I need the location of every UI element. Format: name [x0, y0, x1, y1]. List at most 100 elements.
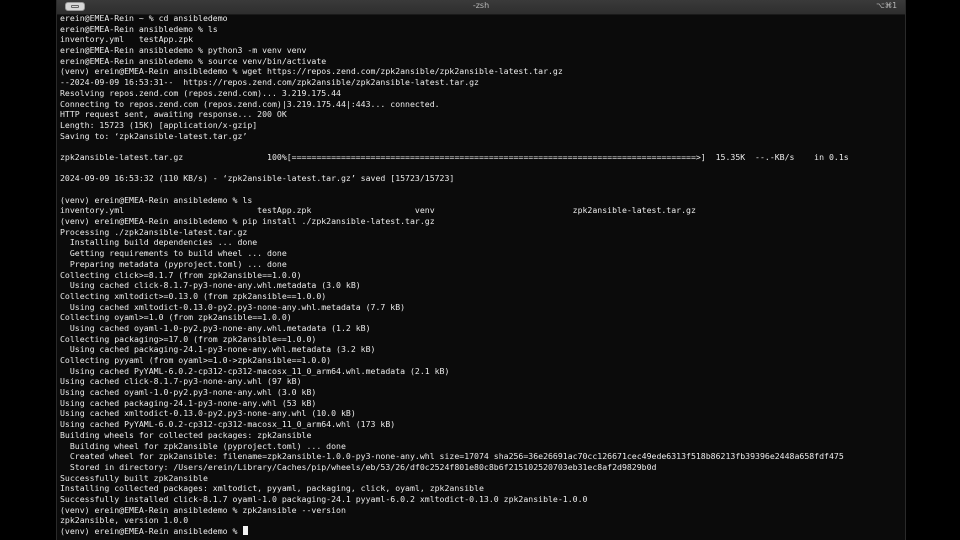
terminal-line: Using cached packaging-24.1-py3-none-any…	[60, 344, 902, 355]
terminal-line: Collecting xmltodict>=0.13.0 (from zpk2a…	[60, 291, 902, 302]
terminal-line: erein@EMEA-Rein ansibledemo % ls	[60, 24, 902, 35]
terminal-line: Using cached click-8.1.7-py3-none-any.wh…	[60, 376, 902, 387]
terminal-line: erein@EMEA-Rein ansibledemo % python3 -m…	[60, 45, 902, 56]
terminal-line-text: Getting requirements to build wheel ... …	[60, 248, 287, 259]
terminal-line: (venv) erein@EMEA-Rein ansibledemo % pip…	[60, 216, 902, 227]
terminal-line-text: inventory.yml testApp.zpk venv zpk2ansib…	[60, 205, 696, 216]
terminal-line: Installing build dependencies ... done	[60, 237, 902, 248]
terminal-line: Getting requirements to build wheel ... …	[60, 248, 902, 259]
terminal-line: Stored in directory: /Users/erein/Librar…	[60, 462, 902, 473]
terminal-line: zpk2ansible-latest.tar.gz 100%[=========…	[60, 152, 902, 163]
terminal-line: Using cached PyYAML-6.0.2-cp312-cp312-ma…	[60, 419, 902, 430]
terminal-line-text: Collecting pyyaml (from oyaml>=1.0->zpk2…	[60, 355, 332, 365]
terminal-line: Using cached xmltodict-0.13.0-py2.py3-no…	[60, 408, 902, 419]
terminal-line: Saving to: ‘zpk2ansible-latest.tar.gz’	[60, 131, 902, 142]
terminal-line-text: Preparing metadata (pyproject.toml) ... …	[60, 258, 287, 269]
terminal-line-text: (venv) erein@EMEA-Rein ansibledemo % ls	[60, 194, 253, 205]
terminal-line: Using cached xmltodict-0.13.0-py2.py3-no…	[60, 302, 902, 313]
terminal-line: erein@EMEA-Rein ansibledemo % source ven…	[60, 56, 902, 67]
terminal-line: Resolving repos.zend.com (repos.zend.com…	[60, 88, 902, 99]
terminal-line: Using cached PyYAML-6.0.2-cp312-cp312-ma…	[60, 366, 902, 377]
terminal-line: Using cached click-8.1.7-py3-none-any.wh…	[60, 280, 902, 291]
terminal-line: Installing collected packages: xmltodict…	[60, 483, 902, 494]
terminal-line: Using cached oyaml-1.0-py2.py3-none-any.…	[60, 323, 902, 334]
terminal-line-text: Using cached xmltodict-0.13.0-py2.py3-no…	[60, 408, 356, 419]
terminal-line-text: Installing collected packages: xmltodict…	[60, 483, 484, 494]
terminal-line-text: zpk2ansible, version 1.0.0	[60, 515, 189, 526]
terminal-line-text: Successfully built zpk2ansible	[60, 472, 208, 483]
terminal-line: Processing ./zpk2ansible-latest.tar.gz	[60, 227, 902, 238]
terminal-line-text: Collecting click>=8.1.7 (from zpk2ansibl…	[60, 269, 302, 280]
terminal-line: Successfully installed click-8.1.7 oyaml…	[60, 494, 902, 505]
terminal-window: -zsh ⌥⌘1 erein@EMEA-Rein ~ % cd ansibled…	[56, 0, 906, 540]
terminal-line: (venv) erein@EMEA-Rein ansibledemo % wge…	[60, 66, 902, 77]
terminal-line: --2024-09-09 16:53:31-- https://repos.ze…	[60, 77, 902, 88]
terminal-line-text: Processing ./zpk2ansible-latest.tar.gz	[60, 226, 248, 237]
terminal-line-text: erein@EMEA-Rein ansibledemo % source ven…	[60, 55, 327, 66]
terminal-line-text: (venv) erein@EMEA-Rein ansibledemo %	[60, 526, 243, 536]
terminal-line-text: Using cached oyaml-1.0-py2.py3-none-any.…	[60, 387, 317, 398]
terminal-line: Successfully built zpk2ansible	[60, 473, 902, 484]
terminal-line-text: Stored in directory: /Users/erein/Librar…	[60, 461, 657, 472]
text-cursor	[243, 526, 249, 535]
terminal-line-text: Building wheel for zpk2ansible (pyprojec…	[60, 440, 346, 451]
terminal-line-text: Collecting xmltodict>=0.13.0 (from zpk2a…	[60, 290, 327, 301]
terminal-line: Using cached packaging-24.1-py3-none-any…	[60, 398, 902, 409]
terminal-line: Using cached oyaml-1.0-py2.py3-none-any.…	[60, 387, 902, 398]
terminal-line-text: (venv) erein@EMEA-Rein ansibledemo % pip…	[60, 216, 435, 227]
terminal-line-text: Collecting oyaml>=1.0 (from zpk2ansible=…	[60, 312, 292, 323]
terminal-line: inventory.yml testApp.zpk	[60, 34, 902, 45]
terminal-line-text: Using cached PyYAML-6.0.2-cp312-cp312-ma…	[60, 419, 396, 430]
terminal-line: erein@EMEA-Rein ~ % cd ansibledemo	[60, 13, 902, 24]
terminal-line-text: Resolving repos.zend.com (repos.zend.com…	[60, 87, 341, 98]
terminal-line: (venv) erein@EMEA-Rein ansibledemo %	[60, 526, 902, 537]
terminal-line-text: Building wheels for collected packages: …	[60, 429, 312, 440]
terminal-line: Building wheel for zpk2ansible (pyprojec…	[60, 441, 902, 452]
terminal-output[interactable]: erein@EMEA-Rein ~ % cd ansibledemo erein@…	[60, 13, 902, 538]
terminal-line: Collecting packaging>=17.0 (from zpk2ans…	[60, 334, 902, 345]
window-title: -zsh	[472, 1, 490, 10]
terminal-line: Preparing metadata (pyproject.toml) ... …	[60, 259, 902, 270]
terminal-line: zpk2ansible, version 1.0.0	[60, 515, 902, 526]
terminal-line: Connecting to repos.zend.com (repos.zend…	[60, 99, 902, 110]
terminal-line-text: Length: 15723 (15K) [application/x-gzip]	[60, 119, 258, 130]
terminal-line-text: Installing build dependencies ... done	[60, 237, 258, 248]
terminal-line-text: Saving to: ‘zpk2ansible-latest.tar.gz’	[60, 130, 248, 141]
window-shortcut: ⌥⌘1	[876, 1, 897, 10]
terminal-line: Collecting click>=8.1.7 (from zpk2ansibl…	[60, 270, 902, 281]
terminal-line-text: Using cached click-8.1.7-py3-none-any.wh…	[60, 280, 361, 291]
terminal-line-text: Using cached xmltodict-0.13.0-py2.py3-no…	[60, 301, 406, 312]
terminal-line-text: Using cached packaging-24.1-py3-none-any…	[60, 344, 376, 355]
terminal-line-text: Connecting to repos.zend.com (repos.zend…	[60, 98, 440, 109]
terminal-line-text: Collecting packaging>=17.0 (from zpk2ans…	[60, 333, 317, 344]
terminal-line-text: (venv) erein@EMEA-Rein ansibledemo % zpk…	[60, 504, 346, 515]
terminal-line-text: erein@EMEA-Rein ansibledemo % ls	[60, 23, 218, 34]
terminal-line-text: Using cached oyaml-1.0-py2.py3-none-any.…	[60, 322, 371, 333]
terminal-line: 2024-09-09 16:53:32 (110 KB/s) - ‘zpk2an…	[60, 173, 902, 184]
terminal-line-text: zpk2ansible-latest.tar.gz 100%[=========…	[60, 151, 849, 162]
terminal-line-text: Using cached PyYAML-6.0.2-cp312-cp312-ma…	[60, 365, 450, 376]
terminal-line-text: (venv) erein@EMEA-Rein ansibledemo % wge…	[60, 66, 563, 77]
terminal-line: Collecting pyyaml (from oyaml>=1.0->zpk2…	[60, 355, 902, 366]
terminal-line: Collecting oyaml>=1.0 (from zpk2ansible=…	[60, 312, 902, 323]
terminal-line-text: --2024-09-09 16:53:31-- https://repos.ze…	[60, 77, 479, 88]
terminal-line-text: Using cached packaging-24.1-py3-none-any…	[60, 397, 317, 408]
terminal-line-text: HTTP request sent, awaiting response... …	[60, 109, 287, 120]
terminal-line: (venv) erein@EMEA-Rein ansibledemo % ls	[60, 195, 902, 206]
terminal-line: Created wheel for zpk2ansible: filename=…	[60, 451, 902, 462]
terminal-line-text: Successfully installed click-8.1.7 oyaml…	[60, 493, 588, 504]
terminal-line-text: Created wheel for zpk2ansible: filename=…	[60, 451, 844, 462]
terminal-line: (venv) erein@EMEA-Rein ansibledemo % zpk…	[60, 505, 902, 516]
terminal-line-text: erein@EMEA-Rein ansibledemo % python3 -m…	[60, 45, 307, 56]
terminal-line: Building wheels for collected packages: …	[60, 430, 902, 441]
terminal-line: HTTP request sent, awaiting response... …	[60, 109, 902, 120]
terminal-line: inventory.yml testApp.zpk venv zpk2ansib…	[60, 205, 902, 216]
terminal-line-text: Using cached click-8.1.7-py3-none-any.wh…	[60, 376, 302, 387]
terminal-line: Length: 15723 (15K) [application/x-gzip]	[60, 120, 902, 131]
terminal-line-text: erein@EMEA-Rein ~ % cd ansibledemo	[60, 13, 228, 23]
terminal-line-text: inventory.yml testApp.zpk	[60, 34, 194, 45]
terminal-line-text: 2024-09-09 16:53:32 (110 KB/s) - ‘zpk2an…	[60, 173, 455, 184]
